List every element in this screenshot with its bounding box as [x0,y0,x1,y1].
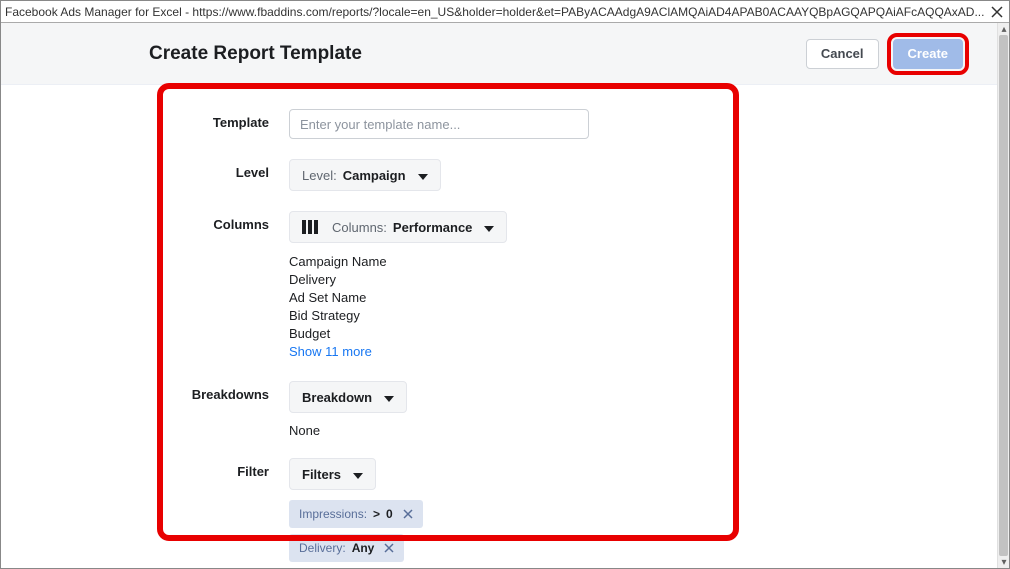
columns-list: Campaign Name Delivery Ad Set Name Bid S… [289,243,997,361]
template-name-input[interactable] [289,109,589,139]
level-prefix: Level: [302,168,337,183]
chip-value: Any [352,541,375,555]
row-breakdowns: Breakdowns Breakdown None [149,381,997,438]
row-columns: Columns Columns: Performance Campaign Na… [149,211,997,361]
columns-value: Performance [393,220,472,235]
titlebar: Facebook Ads Manager for Excel - https:/… [1,1,1009,23]
header-bar: Create Report Template Cancel Create [1,23,997,85]
label-template: Template [149,109,289,139]
chip-label: Delivery: [299,541,346,555]
caret-down-icon [418,168,428,183]
row-filter: Filter Filters Impressions: > 0 [149,458,997,568]
breakdown-dropdown[interactable]: Breakdown [289,381,407,413]
create-button[interactable]: Create [893,39,963,69]
create-highlight: Create [887,33,969,75]
columns-dropdown[interactable]: Columns: Performance [289,211,507,243]
vertical-scrollbar[interactable]: ▴ ▾ [997,23,1009,568]
filter-chip[interactable]: Impressions: > 0 [289,500,423,528]
window-title: Facebook Ads Manager for Excel - https:/… [5,5,991,19]
remove-chip-icon[interactable] [399,509,417,519]
cancel-button[interactable]: Cancel [806,39,879,69]
row-level: Level Level: Campaign [149,159,997,191]
label-breakdowns: Breakdowns [149,381,289,438]
chip-value: 0 [386,507,393,521]
column-item: Budget [289,325,997,343]
column-item: Bid Strategy [289,307,997,325]
column-item: Campaign Name [289,253,997,271]
caret-down-icon [384,390,394,405]
label-columns: Columns [149,211,289,361]
breakdown-value: None [289,413,997,438]
label-level: Level [149,159,289,191]
level-dropdown[interactable]: Level: Campaign [289,159,441,191]
page-title: Create Report Template [149,43,362,65]
column-item: Ad Set Name [289,289,997,307]
close-window-button[interactable] [991,6,1003,18]
filter-chips: Impressions: > 0 Delivery: Any + [289,500,997,568]
label-filter: Filter [149,458,289,568]
caret-down-icon [484,220,494,235]
columns-prefix: Columns: [332,220,387,235]
header-actions: Cancel Create [806,33,969,75]
breakdown-button-label: Breakdown [302,390,372,405]
chip-label: Impressions: [299,507,367,521]
scrollbar-thumb[interactable] [999,35,1008,556]
filter-chip[interactable]: Delivery: Any [289,534,404,562]
content-area: Create Report Template Cancel Create Tem… [1,23,997,568]
remove-chip-icon[interactable] [380,543,398,553]
columns-icon [302,220,318,234]
app-window: Facebook Ads Manager for Excel - https:/… [0,0,1010,569]
chip-op: > [373,507,380,521]
form-area: Template Level Level: Campaign Columns [1,85,997,568]
filters-button-label: Filters [302,467,341,482]
scroll-up-arrow[interactable]: ▴ [998,23,1010,35]
column-item: Delivery [289,271,997,289]
caret-down-icon [353,467,363,482]
scroll-down-arrow[interactable]: ▾ [998,556,1010,568]
row-template: Template [149,109,997,139]
show-more-link[interactable]: Show 11 more [289,343,997,361]
level-value: Campaign [343,168,406,183]
filters-dropdown[interactable]: Filters [289,458,376,490]
